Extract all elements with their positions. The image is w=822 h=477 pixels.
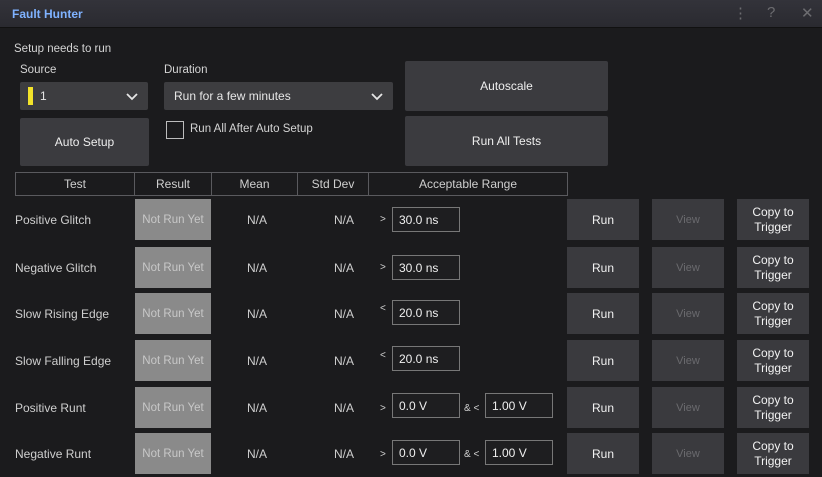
range-operator: < — [380, 303, 386, 314]
run-button[interactable]: Run — [567, 387, 639, 428]
chevron-down-icon — [124, 89, 140, 104]
copy-label-line2: Trigger — [754, 313, 792, 328]
view-button[interactable]: View — [652, 199, 724, 240]
copy-label-line2: Trigger — [754, 360, 792, 375]
mean-value: N/A — [247, 447, 268, 461]
copy-label-line1: Copy to — [752, 438, 794, 453]
source-label: Source — [20, 64, 57, 76]
run-button[interactable]: Run — [567, 433, 639, 474]
mean-value: N/A — [247, 401, 268, 415]
copy-label-line1: Copy to — [752, 204, 794, 219]
copy-to-trigger-button[interactable]: Copy to Trigger — [737, 433, 809, 474]
std-dev-value: N/A — [334, 401, 355, 415]
range-value-input[interactable]: 20.0 ns — [392, 300, 460, 325]
test-name: Negative Runt — [15, 447, 92, 461]
range-min-input[interactable]: 0.0 V — [392, 440, 460, 465]
result-badge: Not Run Yet — [135, 247, 211, 288]
copy-label-line1: Copy to — [752, 252, 794, 267]
autoscale-button[interactable]: Autoscale — [405, 61, 608, 111]
run-button[interactable]: Run — [567, 293, 639, 334]
chevron-down-icon — [369, 89, 385, 104]
duration-dropdown[interactable]: Run for a few minutes — [164, 82, 393, 110]
copy-label-line2: Trigger — [754, 219, 792, 234]
window-title: Fault Hunter — [12, 7, 83, 21]
range-max-input[interactable]: 1.00 V — [485, 440, 553, 465]
source-dropdown[interactable]: 1 — [20, 82, 148, 110]
copy-label-line2: Trigger — [754, 453, 792, 468]
range-operator-upper: & < — [464, 403, 480, 414]
copy-to-trigger-button[interactable]: Copy to Trigger — [737, 199, 809, 240]
std-dev-value: N/A — [334, 354, 355, 368]
view-button[interactable]: View — [652, 340, 724, 381]
channel-color-swatch — [28, 87, 33, 105]
result-badge: Not Run Yet — [135, 387, 211, 428]
mean-value: N/A — [247, 213, 268, 227]
result-badge: Not Run Yet — [135, 340, 211, 381]
view-button[interactable]: View — [652, 387, 724, 428]
range-operator: > — [380, 262, 386, 273]
run-button[interactable]: Run — [567, 340, 639, 381]
range-max-input[interactable]: 1.00 V — [485, 393, 553, 418]
test-name: Slow Rising Edge — [15, 307, 110, 321]
run-all-after-checkbox[interactable] — [166, 121, 184, 139]
duration-value: Run for a few minutes — [174, 89, 291, 103]
copy-to-trigger-button[interactable]: Copy to Trigger — [737, 293, 809, 334]
source-value: 1 — [40, 89, 47, 103]
run-all-after-label: Run All After Auto Setup — [190, 123, 313, 135]
std-dev-value: N/A — [334, 307, 355, 321]
range-min-input[interactable]: 0.0 V — [392, 393, 460, 418]
range-operator-upper: & < — [464, 449, 480, 460]
result-badge: Not Run Yet — [135, 199, 211, 240]
copy-to-trigger-button[interactable]: Copy to Trigger — [737, 247, 809, 288]
copy-label-line1: Copy to — [752, 298, 794, 313]
range-value-input[interactable]: 20.0 ns — [392, 346, 460, 371]
test-name: Positive Runt — [15, 401, 86, 415]
header-test: Test — [15, 172, 135, 196]
range-operator: > — [380, 403, 386, 414]
setup-status: Setup needs to run — [14, 43, 112, 55]
range-operator: > — [380, 449, 386, 460]
copy-label-line1: Copy to — [752, 392, 794, 407]
mean-value: N/A — [247, 261, 268, 275]
std-dev-value: N/A — [334, 261, 355, 275]
copy-to-trigger-button[interactable]: Copy to Trigger — [737, 387, 809, 428]
run-button[interactable]: Run — [567, 247, 639, 288]
test-name: Negative Glitch — [15, 261, 97, 275]
view-button[interactable]: View — [652, 247, 724, 288]
test-name: Slow Falling Edge — [15, 354, 112, 368]
result-badge: Not Run Yet — [135, 433, 211, 474]
range-value-input[interactable]: 30.0 ns — [392, 255, 460, 280]
duration-label: Duration — [164, 64, 208, 76]
header-acceptable-range: Acceptable Range — [368, 172, 568, 196]
run-button[interactable]: Run — [567, 199, 639, 240]
std-dev-value: N/A — [334, 447, 355, 461]
run-all-tests-button[interactable]: Run All Tests — [405, 116, 608, 166]
view-button[interactable]: View — [652, 293, 724, 334]
header-result: Result — [134, 172, 212, 196]
test-name: Positive Glitch — [15, 213, 92, 227]
header-std-dev: Std Dev — [297, 172, 369, 196]
std-dev-value: N/A — [334, 213, 355, 227]
vertical-ellipsis-icon[interactable]: ⋮ — [733, 4, 748, 22]
copy-label-line1: Copy to — [752, 345, 794, 360]
copy-to-trigger-button[interactable]: Copy to Trigger — [737, 340, 809, 381]
range-operator: < — [380, 350, 386, 361]
range-operator: > — [380, 214, 386, 225]
header-mean: Mean — [211, 172, 298, 196]
view-button[interactable]: View — [652, 433, 724, 474]
mean-value: N/A — [247, 307, 268, 321]
title-bar: Fault Hunter ⋮ ? ✕ — [0, 0, 822, 28]
auto-setup-button[interactable]: Auto Setup — [20, 118, 149, 166]
mean-value: N/A — [247, 354, 268, 368]
range-value-input[interactable]: 30.0 ns — [392, 207, 460, 232]
result-badge: Not Run Yet — [135, 293, 211, 334]
copy-label-line2: Trigger — [754, 267, 792, 282]
copy-label-line2: Trigger — [754, 407, 792, 422]
question-mark-icon[interactable]: ? — [767, 4, 775, 21]
close-icon[interactable]: ✕ — [801, 4, 814, 22]
